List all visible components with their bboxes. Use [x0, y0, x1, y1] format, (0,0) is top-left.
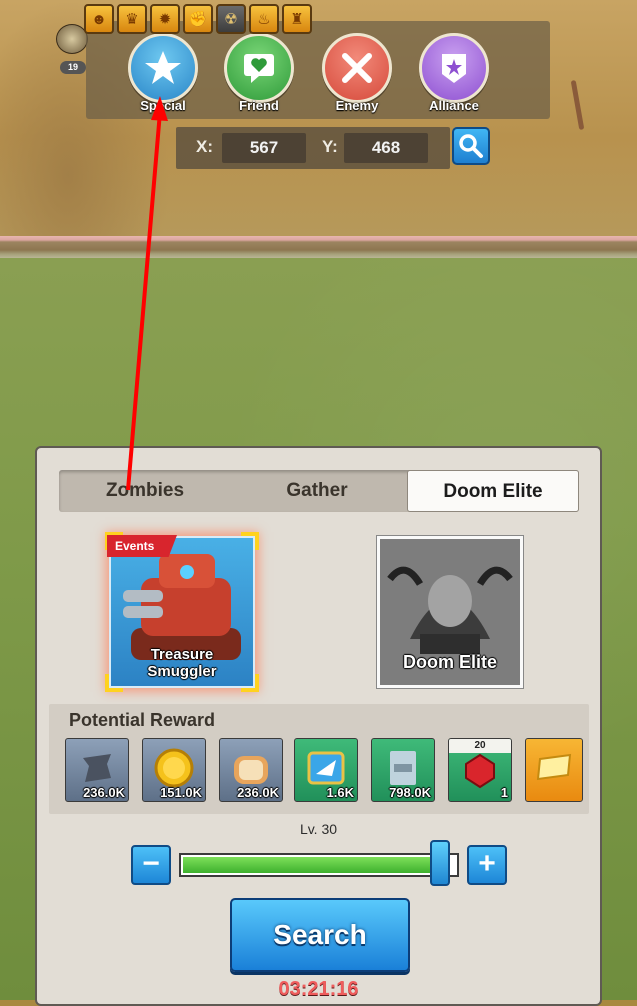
- annotation-arrow: [126, 96, 168, 491]
- events-tag: Events: [107, 535, 177, 557]
